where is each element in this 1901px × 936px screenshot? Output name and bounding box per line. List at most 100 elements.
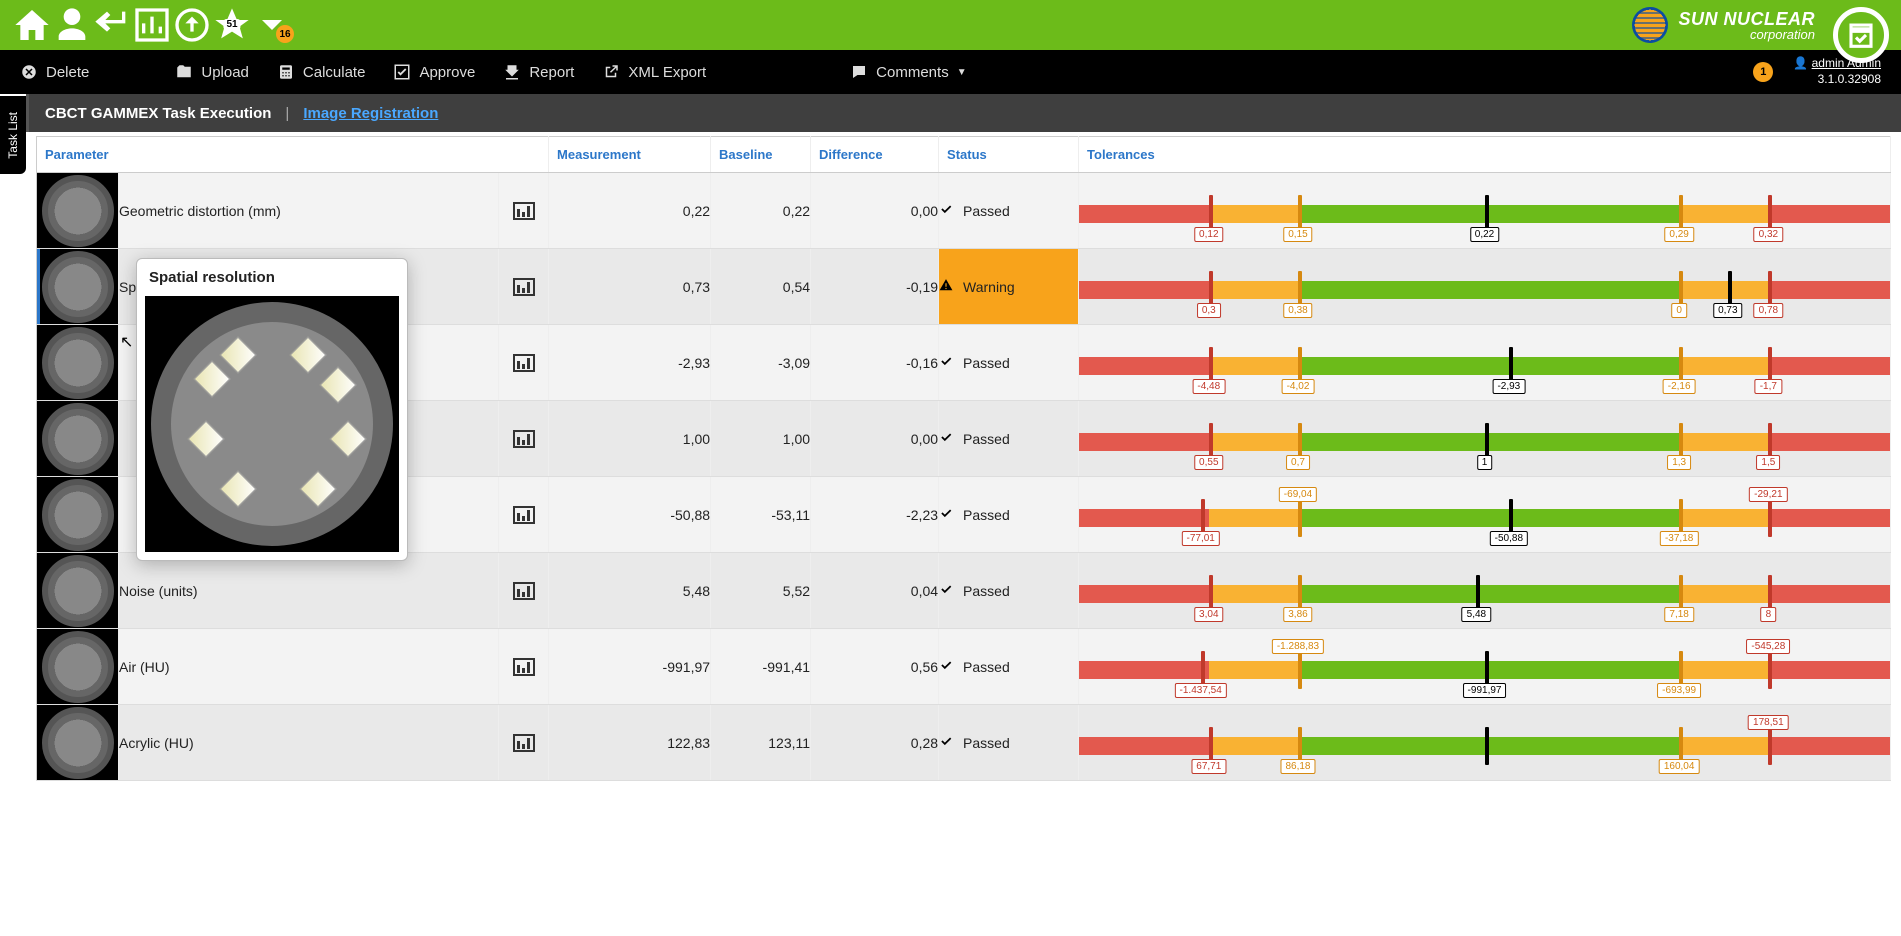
image-registration-link[interactable]: Image Registration	[303, 105, 438, 122]
tolerance-bar: 3,043,865,487,188	[1079, 567, 1890, 615]
base-cell: -3,09	[711, 325, 811, 401]
param-cell: Geometric distortion (mm)	[119, 173, 499, 249]
meas-cell: 1,00	[549, 401, 711, 477]
tolerance-bar: -77,01-69,04-50,88-37,18-29,21	[1079, 491, 1890, 539]
status-cell: Passed	[939, 553, 1079, 629]
param-cell: Air (HU)	[119, 629, 499, 705]
check-icon	[939, 430, 953, 447]
row-thumbnail[interactable]	[37, 325, 119, 401]
calculate-button[interactable]: Calculate	[277, 63, 366, 81]
base-cell: 1,00	[711, 401, 811, 477]
upload-circle-icon[interactable]	[172, 5, 212, 45]
check-icon	[939, 658, 953, 675]
user-icon[interactable]	[52, 5, 92, 45]
col-measurement[interactable]: Measurement	[549, 137, 711, 173]
col-difference[interactable]: Difference	[811, 137, 939, 173]
row-thumbnail[interactable]	[37, 401, 119, 477]
expand-chevron-icon[interactable]: 16	[252, 5, 292, 45]
tolerance-bar: -1.437,54-1.288,83-991,97-693,99-545,28	[1079, 643, 1890, 691]
bar-chart-icon[interactable]	[513, 506, 535, 524]
tolerance-cell: -4,48-4,02-2,93-2,16-1,7	[1079, 325, 1891, 401]
caret-down-icon: ▼	[957, 67, 967, 78]
bar-chart-icon[interactable]	[513, 202, 535, 220]
base-cell: -53,11	[711, 477, 811, 553]
row-thumbnail[interactable]	[37, 705, 119, 781]
delete-label: Delete	[46, 64, 89, 81]
chart-button[interactable]	[499, 629, 549, 705]
top-nav: 51 16 SUN NUCLEAR corporation	[0, 0, 1901, 50]
row-thumbnail[interactable]	[37, 553, 119, 629]
col-status[interactable]: Status	[939, 137, 1079, 173]
chart-button[interactable]	[499, 401, 549, 477]
status-cell: Passed	[939, 173, 1079, 249]
row-thumbnail[interactable]	[37, 477, 119, 553]
report-button[interactable]: Report	[503, 63, 574, 81]
check-icon	[939, 202, 953, 219]
bar-chart-icon[interactable]	[513, 734, 535, 752]
warning-icon	[939, 278, 953, 295]
approve-button[interactable]: Approve	[393, 63, 475, 81]
meas-cell: -2,93	[549, 325, 711, 401]
meas-cell: -991,97	[549, 629, 711, 705]
status-cell: Passed	[939, 629, 1079, 705]
comments-button[interactable]: Comments ▼	[850, 63, 966, 81]
diff-cell: -0,16	[811, 325, 939, 401]
xml-export-button[interactable]: XML Export	[602, 63, 706, 81]
task-list-label: Task List	[6, 112, 20, 159]
bar-chart-icon[interactable]	[513, 430, 535, 448]
popover-title: Spatial resolution	[137, 259, 407, 296]
diff-cell: 0,00	[811, 401, 939, 477]
col-baseline[interactable]: Baseline	[711, 137, 811, 173]
col-parameter[interactable]: Parameter	[37, 137, 549, 173]
home-icon[interactable]	[12, 5, 52, 45]
row-thumbnail[interactable]	[37, 173, 119, 249]
task-list-tab[interactable]: Task List	[0, 96, 26, 174]
comments-label: Comments	[876, 64, 949, 81]
diff-cell: -2,23	[811, 477, 939, 553]
diff-cell: 0,56	[811, 629, 939, 705]
col-tolerances[interactable]: Tolerances	[1079, 137, 1891, 173]
title-separator: |	[285, 105, 289, 122]
status-text: Passed	[963, 507, 1010, 523]
tolerance-cell: 0,120,150,220,290,32	[1079, 173, 1891, 249]
diff-cell: 0,04	[811, 553, 939, 629]
back-arrow-icon[interactable]	[92, 5, 132, 45]
user-icon-small: 👤	[1793, 56, 1808, 70]
status-text: Passed	[963, 583, 1010, 599]
tolerance-bar: 67,7186,18160,04178,51	[1079, 719, 1890, 767]
meas-cell: 122,83	[549, 705, 711, 781]
chart-button[interactable]	[499, 477, 549, 553]
upload-button[interactable]: Upload	[175, 63, 249, 81]
table-row: Air (HU) -991,97-991,410,56Passed-1.437,5…	[37, 629, 1891, 705]
tolerance-bar: 0,550,711,31,5	[1079, 415, 1890, 463]
bar-chart-icon[interactable]	[513, 354, 535, 372]
meas-cell: 5,48	[549, 553, 711, 629]
chart-button[interactable]	[499, 173, 549, 249]
param-cell: Noise (units)	[119, 553, 499, 629]
row-thumbnail[interactable]	[37, 629, 119, 705]
bar-chart-icon[interactable]	[513, 278, 535, 296]
upload-label: Upload	[201, 64, 249, 81]
status-text: Warning	[963, 279, 1015, 295]
stats-icon[interactable]	[132, 5, 172, 45]
delete-button[interactable]: Delete	[20, 63, 89, 81]
base-cell: -991,41	[711, 629, 811, 705]
chart-button[interactable]	[499, 249, 549, 325]
tolerance-bar: -4,48-4,02-2,93-2,16-1,7	[1079, 339, 1890, 387]
chart-button[interactable]	[499, 325, 549, 401]
tolerance-cell: 3,043,865,487,188	[1079, 553, 1891, 629]
status-cell: Passed	[939, 325, 1079, 401]
notification-badge[interactable]: 1	[1753, 62, 1773, 82]
meas-cell: 0,73	[549, 249, 711, 325]
favorites-star-icon[interactable]: 51	[212, 5, 252, 45]
approve-seal-icon[interactable]	[1833, 7, 1889, 63]
tolerance-cell: -77,01-69,04-50,88-37,18-29,21	[1079, 477, 1891, 553]
action-bar: Delete Upload Calculate Approve Report X…	[0, 50, 1901, 94]
chart-button[interactable]	[499, 553, 549, 629]
chart-button[interactable]	[499, 705, 549, 781]
row-thumbnail[interactable]	[37, 249, 119, 325]
check-icon	[939, 354, 953, 371]
base-cell: 0,54	[711, 249, 811, 325]
bar-chart-icon[interactable]	[513, 582, 535, 600]
bar-chart-icon[interactable]	[513, 658, 535, 676]
